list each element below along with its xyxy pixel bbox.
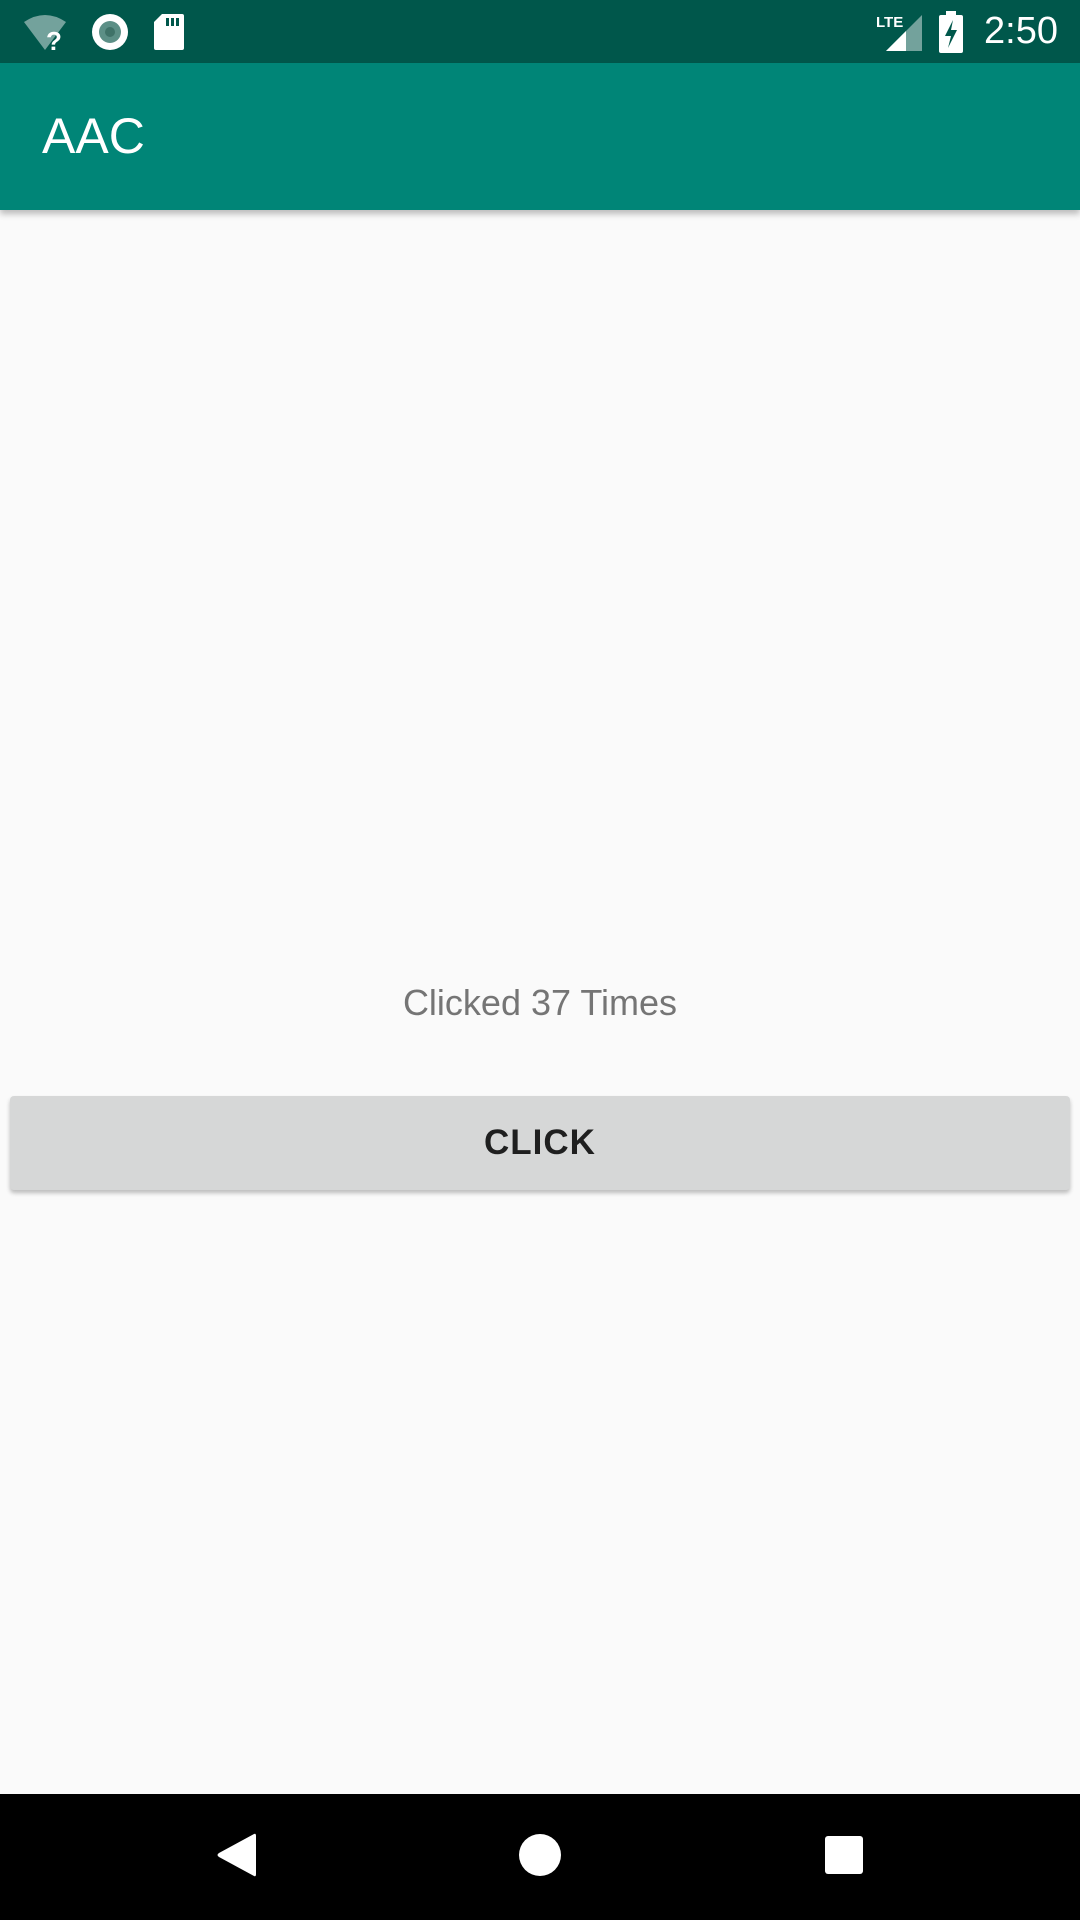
svg-text:LTE: LTE xyxy=(876,14,903,31)
main-content: Clicked 37 Times CLICK xyxy=(0,210,1080,1794)
screen: ? LTE 2:50 AAC Clicked 37 Times CLICK xyxy=(0,0,1080,1920)
navigation-bar xyxy=(0,1794,1080,1920)
lte-signal-icon: LTE xyxy=(876,11,924,53)
click-button[interactable]: CLICK xyxy=(10,1096,1070,1190)
app-bar: AAC xyxy=(0,63,1080,210)
nav-home-button[interactable] xyxy=(470,1794,610,1920)
status-time: 2:50 xyxy=(984,10,1058,52)
sync-icon xyxy=(90,12,130,52)
status-bar: ? LTE 2:50 xyxy=(0,0,1080,63)
battery-charging-icon xyxy=(938,10,964,53)
back-icon xyxy=(214,1831,258,1884)
svg-text:?: ? xyxy=(46,26,62,52)
sd-card-icon xyxy=(152,12,186,52)
status-system: LTE 2:50 xyxy=(876,0,1058,63)
nav-back-button[interactable] xyxy=(166,1794,306,1920)
click-count-text: Clicked 37 Times xyxy=(402,982,678,1023)
home-icon xyxy=(518,1833,562,1882)
recents-icon xyxy=(824,1835,864,1880)
status-notifications: ? xyxy=(22,0,186,63)
app-title: AAC xyxy=(42,108,145,164)
wifi-unknown-icon: ? xyxy=(22,12,68,52)
nav-recents-button[interactable] xyxy=(774,1794,914,1920)
